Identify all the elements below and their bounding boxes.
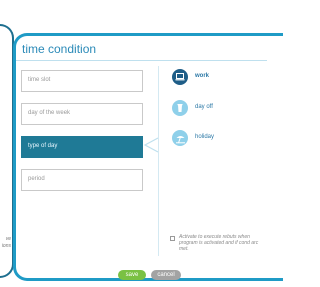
option-label: day off	[195, 104, 213, 110]
field-type-of-day[interactable]: type of day	[21, 136, 143, 158]
work-icon	[172, 69, 188, 85]
activate-note: Activate to execute rebuts when program …	[179, 234, 259, 252]
options-divider	[158, 66, 159, 256]
field-label: period	[28, 176, 45, 182]
field-label: time slot	[28, 77, 51, 83]
option-label: work	[195, 73, 210, 79]
selection-arrow-icon	[143, 137, 159, 153]
cancel-button[interactable]: cancel	[151, 270, 181, 280]
field-label: type of day	[28, 143, 58, 149]
field-period[interactable]: period	[21, 169, 143, 191]
page-title: time condition	[22, 42, 97, 56]
save-button[interactable]: save	[118, 270, 146, 280]
day-off-icon	[172, 100, 188, 116]
option-label: holiday	[195, 134, 215, 140]
field-day-of-the-week[interactable]: day of the week	[21, 103, 143, 125]
field-label: day of the week	[28, 110, 71, 116]
title-divider	[16, 60, 267, 61]
left-panel-text: ve ions	[1, 236, 11, 249]
holiday-icon	[172, 130, 188, 146]
activate-checkbox[interactable]	[170, 236, 175, 241]
field-time-slot[interactable]: time slot	[21, 70, 143, 92]
